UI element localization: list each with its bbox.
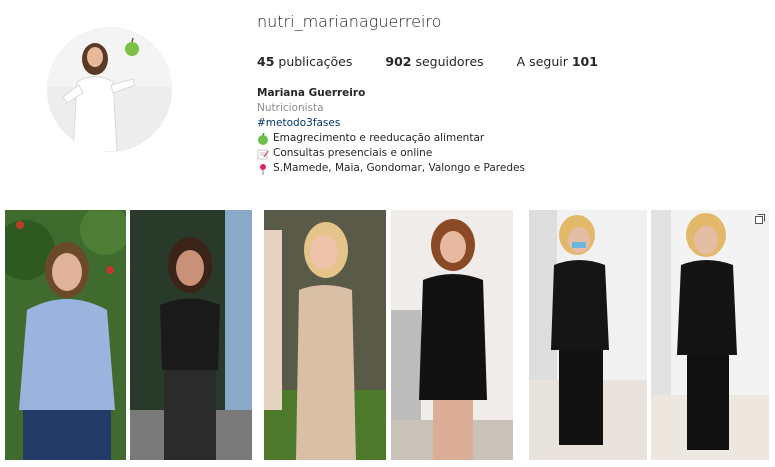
followers-count[interactable]: 902 seguidores: [385, 54, 483, 69]
followers-count-label: seguidores: [415, 54, 484, 69]
bio-hashtag-link[interactable]: #metodo3fases: [257, 116, 525, 131]
bio-line-text: Emagrecimento e reeducação alimentar: [273, 132, 485, 144]
profile-stats: 45 publicações 902 seguidores A seguir 1…: [257, 54, 631, 69]
following-count[interactable]: A seguir 101: [517, 54, 598, 69]
bio-line-locations: S.Mamede, Maia, Gondomar, Valongo e Pare…: [257, 161, 525, 176]
posts-count: 45 publicações: [257, 54, 352, 69]
profile-full-name: Mariana Guerreiro: [257, 87, 366, 99]
following-count-label: A seguir: [516, 54, 568, 69]
post-thumbnail-4[interactable]: [391, 210, 513, 460]
profile-category: Nutricionista: [257, 102, 324, 114]
post-thumbnail-6[interactable]: [651, 210, 769, 460]
post-thumbnail-1[interactable]: [5, 210, 126, 460]
followers-count-value: 902: [385, 54, 412, 69]
round-pushpin-icon: [257, 163, 269, 175]
posts-count-label: publicações: [278, 54, 353, 69]
bio-line-consultations: Consultas presenciais e online: [257, 146, 525, 161]
profile-bio: Mariana Guerreiro Nutricionista #metodo3…: [257, 86, 525, 176]
memo-icon: [257, 148, 269, 160]
profile-username: nutri_marianaguerreiro: [257, 12, 442, 31]
posts-count-value: 45: [257, 54, 275, 69]
following-count-value: 101: [571, 54, 598, 69]
profile-avatar[interactable]: [47, 27, 172, 152]
multiple-photos-icon: [755, 214, 765, 224]
bio-line-weight-loss: Emagrecimento e reeducação alimentar: [257, 131, 525, 146]
post-thumbnail-2[interactable]: [130, 210, 252, 460]
bio-line-text: S.Mamede, Maia, Gondomar, Valongo e Pare…: [273, 162, 525, 174]
post-thumbnail-5[interactable]: [529, 210, 647, 460]
post-thumbnail-3[interactable]: [264, 210, 386, 460]
green-apple-icon: [257, 132, 269, 145]
bio-line-text: Consultas presenciais e online: [273, 147, 433, 159]
